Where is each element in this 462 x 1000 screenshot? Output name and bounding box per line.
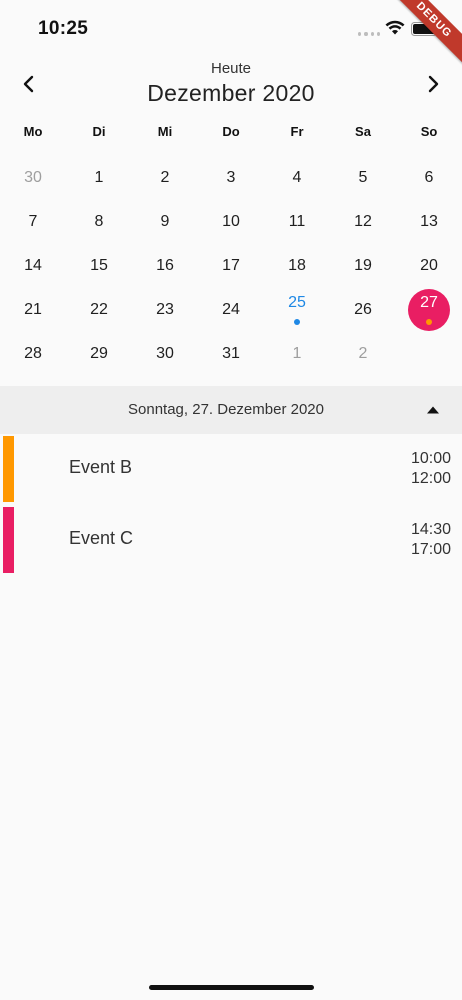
calendar-day-selected[interactable]: 27 [396,288,462,332]
calendar-day[interactable]: 23 [132,288,198,332]
calendar-day[interactable]: 29 [66,332,132,376]
event-start-time: 10:00 [410,450,451,467]
weekday-label: Fr [290,124,304,139]
calendar-day[interactable]: 5 [330,156,396,200]
calendar-day[interactable]: 21 [0,288,66,332]
calendar-day[interactable]: 20 [396,244,462,288]
calendar-day-today[interactable]: 25 [264,288,330,332]
event-item[interactable]: Event B 10:00 12:00 [0,436,462,502]
home-indicator[interactable] [149,985,314,990]
cellular-signal-icon [358,31,380,37]
wifi-icon [385,20,405,35]
calendar-week: 30 1 2 3 4 5 6 [0,156,462,200]
event-color-stripe [3,507,14,573]
weekday-label: Do [222,124,240,139]
calendar-header: Heute Dezember 2020 [0,56,462,112]
calendar-day[interactable]: 1 [66,156,132,200]
event-times: 10:00 12:00 [411,449,451,489]
event-dot-indicator [426,319,432,325]
weekday-label: So [420,124,438,139]
calendar-day[interactable]: 3 [198,156,264,200]
event-title: Event C [69,528,134,548]
calendar-day[interactable]: 16 [132,244,198,288]
today-button[interactable]: Heute [0,60,462,77]
calendar-grid: 30 1 2 3 4 5 6 7 8 9 10 11 12 13 14 15 1… [0,156,462,376]
selected-date-bar[interactable]: Sonntag, 27. Dezember 2020 [0,386,462,434]
calendar-day[interactable]: 28 [0,332,66,376]
calendar-day[interactable]: 13 [396,200,462,244]
status-time: 10:25 [38,18,89,39]
status-bar: 10:25 [0,0,462,56]
weekday-label: Di [92,124,106,139]
calendar-day[interactable]: 18 [264,244,330,288]
selected-date-label: Sonntag, 27. Dezember 2020 [128,401,324,418]
calendar-day[interactable]: 8 [66,200,132,244]
event-end-time: 17:00 [410,541,451,558]
event-list: Event B 10:00 12:00 Event C 14:30 17:00 [0,436,462,578]
calendar-day[interactable]: 6 [396,156,462,200]
calendar-week: 14 15 16 17 18 19 20 [0,244,462,288]
calendar-week: 28 29 30 31 1 2 [0,332,462,376]
day-number: 27 [420,294,438,311]
event-item[interactable]: Event C 14:30 17:00 [0,507,462,573]
calendar-week: 21 22 23 24 25 26 27 [0,288,462,332]
calendar-day-empty [396,332,462,376]
calendar-day-outside-month[interactable]: 1 [264,332,330,376]
calendar-day-outside-month[interactable]: 2 [330,332,396,376]
calendar-day[interactable]: 19 [330,244,396,288]
calendar-week: 7 8 9 10 11 12 13 [0,200,462,244]
calendar-day[interactable]: 12 [330,200,396,244]
day-number: 25 [288,294,306,311]
calendar-day[interactable]: 4 [264,156,330,200]
event-color-stripe [3,436,14,502]
event-end-time: 12:00 [410,470,451,487]
calendar-day[interactable]: 31 [198,332,264,376]
calendar-day-outside-month[interactable]: 30 [0,156,66,200]
month-title: Dezember 2020 [147,80,315,106]
calendar-day[interactable]: 30 [132,332,198,376]
calendar-day[interactable]: 14 [0,244,66,288]
calendar-day[interactable]: 9 [132,200,198,244]
calendar-day[interactable]: 17 [198,244,264,288]
event-start-time: 14:30 [410,521,451,538]
weekday-label: Mi [157,124,173,139]
weekday-header-row: Mo Di Mi Do Fr Sa So [0,124,462,144]
calendar-day[interactable]: 22 [66,288,132,332]
calendar-day[interactable]: 10 [198,200,264,244]
event-dot-indicator [294,319,300,325]
calendar-day[interactable]: 24 [198,288,264,332]
weekday-label: Mo [23,124,43,139]
calendar-day[interactable]: 7 [0,200,66,244]
weekday-label: Sa [355,124,371,139]
calendar-day[interactable]: 2 [132,156,198,200]
calendar-day[interactable]: 26 [330,288,396,332]
collapse-caret-up-icon[interactable] [426,405,440,415]
event-title: Event B [69,457,133,477]
calendar-day[interactable]: 15 [66,244,132,288]
chevron-right-icon[interactable] [421,72,445,96]
calendar-day[interactable]: 11 [264,200,330,244]
event-times: 14:30 17:00 [411,520,451,560]
